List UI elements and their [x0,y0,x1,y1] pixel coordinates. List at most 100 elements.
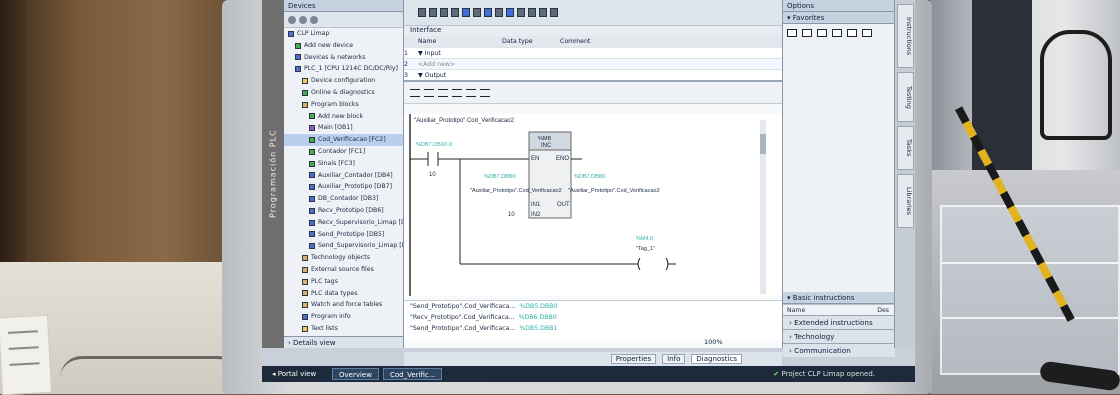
forward-icon[interactable] [299,15,307,24]
box-icon[interactable] [452,88,462,97]
tree-item-label: Add new block [318,112,364,120]
tree-item[interactable]: Program blocks [284,99,403,111]
zoom-level[interactable]: 100% [704,338,723,346]
download-icon[interactable] [517,8,525,17]
col-data-type: Data type [502,38,533,45]
plc-icon [295,66,301,73]
add-icon [295,42,301,49]
technology-group[interactable]: › Technology [783,329,895,343]
monitor-icon[interactable] [495,8,503,17]
project-icon [288,30,294,37]
tree-item-label: Cod_Verificacao [FC2] [318,136,386,144]
interface-row-output[interactable]: 3 ▼ Output [404,69,782,80]
tree-item[interactable]: Add new device [284,40,403,52]
tree-item[interactable]: Cod_Verificacao [FC2] [284,134,403,146]
fav-branch-open-icon[interactable] [847,29,857,37]
tree-item-label: Main [OB1] [318,124,353,132]
go-offline-icon[interactable] [550,8,558,17]
tree-item[interactable]: Watch and force tables [284,299,403,311]
interface-title: Interface [404,26,782,36]
fav-box-icon[interactable] [832,29,842,37]
fav-contact-icon[interactable] [787,29,797,37]
tree-item[interactable]: CLP Limap [284,28,403,40]
refresh-icon[interactable] [310,15,318,24]
in2-value: 10 [508,212,515,218]
tree-item[interactable]: Send_Supervisorio_Limap [DB1] [284,240,403,252]
details-view-bar[interactable]: › Details view [284,336,403,348]
contact1-no[interactable] [427,152,439,166]
tree-item[interactable]: PLC tags [284,276,403,288]
extended-instructions-group[interactable]: › Extended instructions [783,315,895,329]
tree-item[interactable]: Program info [284,311,403,323]
tree-item[interactable]: Devices & networks [284,52,403,64]
communication-group[interactable]: › Communication [783,343,895,357]
tree-item[interactable]: Auxiliar_Contador [DB4] [284,170,403,182]
tab-diagnostics[interactable]: Diagnostics [691,354,742,364]
collapse-icon[interactable] [451,8,459,17]
tree-item[interactable]: Contador [FC1] [284,146,403,158]
fav-coil-icon[interactable] [817,29,827,37]
tree-item[interactable]: Add new block [284,111,403,123]
tab-instructions[interactable]: Instructions [897,4,914,68]
tree-item-label: Watch and force tables [311,301,383,309]
upload-icon[interactable] [528,8,536,17]
devices-tab[interactable]: Devices [284,0,403,12]
tab-tasks[interactable]: Tasks [897,126,914,170]
delete-network-icon[interactable] [429,8,437,17]
back-icon[interactable] [288,15,296,24]
portal-view-button[interactable]: ◂ Portal view [262,370,332,378]
fav-branch-close-icon[interactable] [862,29,872,37]
tab-properties[interactable]: Properties [610,354,657,364]
editor-tab[interactable]: Cod_Verific... [382,368,443,380]
favorites-icon[interactable] [484,8,492,17]
interface-row-input[interactable]: 1 ▼ Input [404,47,782,58]
network-comment-icon[interactable] [473,8,481,17]
xref-row[interactable]: "Recv_Prototipo".Cod_Verificaca... %DB6.D… [404,312,782,323]
network-icon [295,54,301,61]
contact-nc-icon[interactable] [424,88,434,97]
compare-icon[interactable] [506,8,514,17]
tree-item[interactable]: Auxiliar_Prototipo [DB7] [284,181,403,193]
tree-item[interactable]: PLC data types [284,288,403,300]
overview-tab[interactable]: Overview [332,368,379,380]
tree-item[interactable]: PLC_1 [CPU 1214C DC/DC/Rly] [284,63,403,75]
tree-item-label: PLC data types [311,289,358,297]
xref-row[interactable]: "Send_Prototipo".Cod_Verificaca... %DB5.D… [404,323,782,334]
output-coil[interactable] [637,257,669,271]
insert-network-icon[interactable] [418,8,426,17]
favorites-section[interactable]: ▾ Favorites [783,12,894,24]
tree-item[interactable]: Text lists [284,323,403,335]
task-card-panel: Options ▾ Favorites ▾ Basic instructions… [782,0,895,357]
tab-info[interactable]: Info [662,354,686,364]
tree-item-label: Program info [311,313,351,321]
xref-row[interactable]: "Send_Prototipo".Cod_Verificaca... %DB5.D… [404,301,782,312]
portal-vertical-strip: Programación PLC [262,0,284,348]
fc-icon [309,160,315,167]
tree-item[interactable]: Main [OB1] [284,122,403,134]
tree-item[interactable]: Online & diagnostics [284,87,403,99]
interface-row-add[interactable]: 2 <Add new> [404,58,782,69]
branch-close-icon[interactable] [480,88,490,97]
tree-item[interactable]: Recv_Prototipo [DB6] [284,205,403,217]
contact-no-icon[interactable] [410,88,420,97]
tree-item[interactable]: Sinais [FC3] [284,158,403,170]
expand-icon[interactable] [440,8,448,17]
tree-item[interactable]: Send_Prototipo [DB5] [284,229,403,241]
absolute-address-icon[interactable] [462,8,470,17]
tree-item[interactable]: Technology objects [284,252,403,264]
tree-item[interactable]: External source files [284,264,403,276]
go-online-icon[interactable] [539,8,547,17]
db-icon [309,196,315,203]
tab-testing[interactable]: Testing [897,72,914,122]
folder-icon [302,266,308,273]
branch-open-icon[interactable] [466,88,476,97]
inc-in2: IN2 [531,212,541,218]
tab-libraries[interactable]: Libraries [897,174,914,228]
tree-item[interactable]: Recv_Supervisorio_Limap [DB2] [284,217,403,229]
fav-nc-contact-icon[interactable] [802,29,812,37]
basic-instructions-section[interactable]: ▾ Basic instructions [783,292,895,304]
tree-item[interactable]: Device configuration [284,75,403,87]
tree-item[interactable]: DB_Contador [DB3] [284,193,403,205]
tree-item-label: Recv_Prototipo [DB6] [318,206,384,214]
coil-icon[interactable] [438,88,448,97]
